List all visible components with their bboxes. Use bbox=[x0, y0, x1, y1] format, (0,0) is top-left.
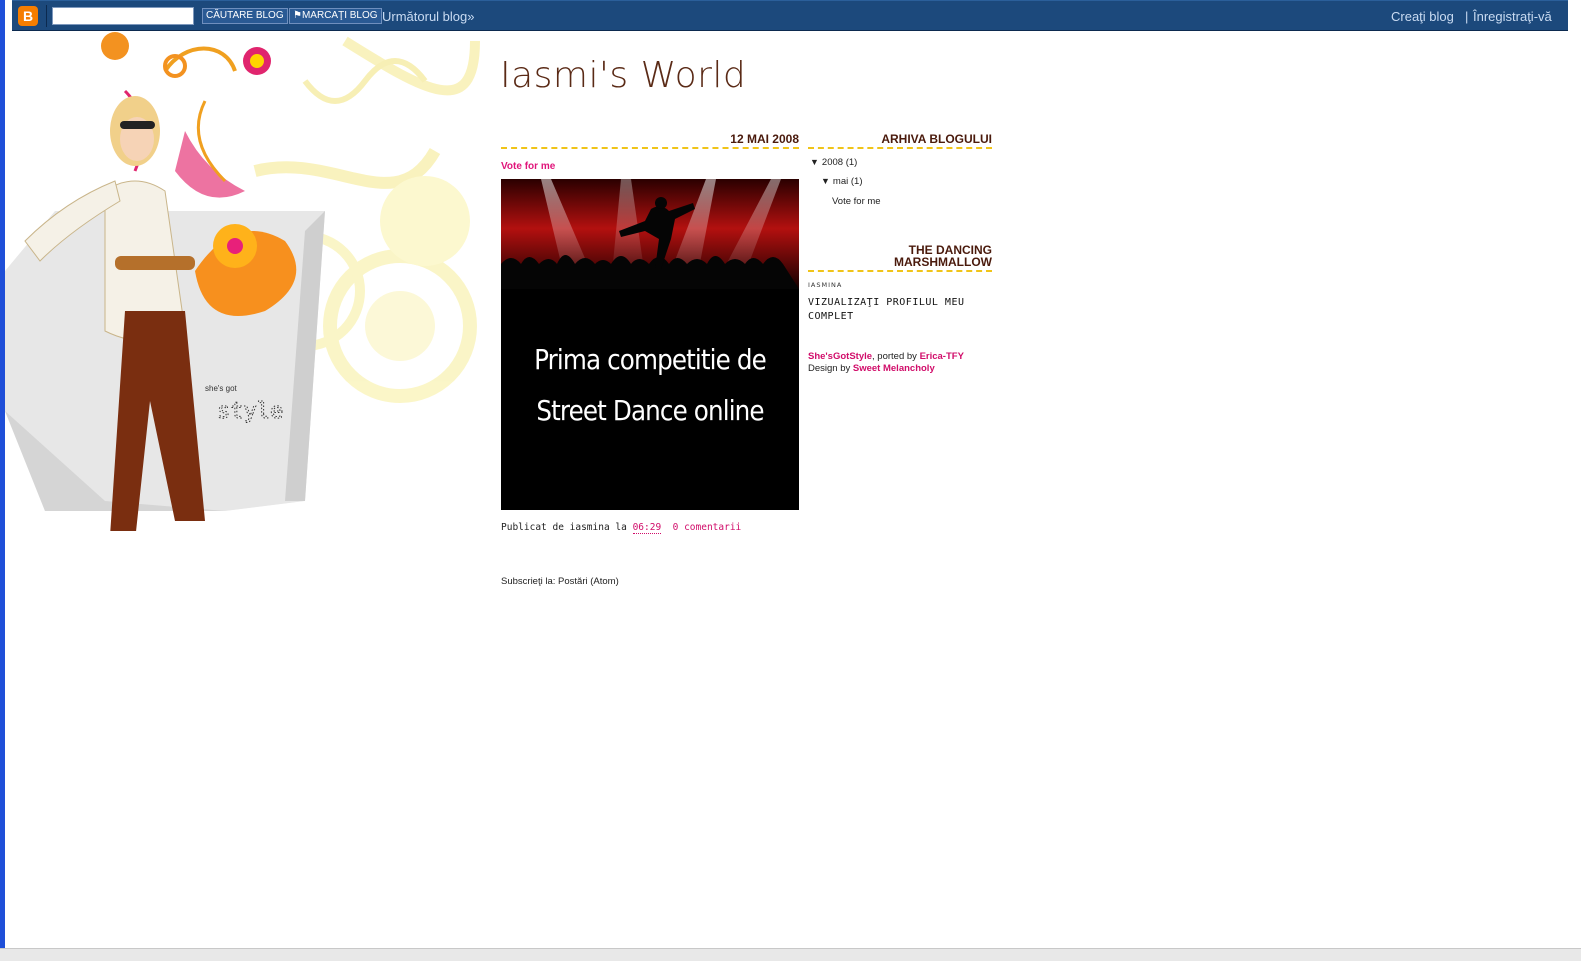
subscribe-feed-link[interactable]: Subscrieţi la: Postări (Atom) bbox=[501, 576, 619, 587]
view-profile-link[interactable]: VIZUALIZAŢI PROFILUL MEU COMPLET bbox=[808, 296, 988, 324]
toggle-arrow-icon[interactable]: ▼ bbox=[821, 176, 830, 186]
post-date-header: 12 MAI 2008 bbox=[501, 133, 799, 149]
archive-month-item[interactable]: ▼ mai (1) bbox=[821, 176, 862, 187]
tagline-small: she's got bbox=[205, 384, 238, 393]
navbar-divider bbox=[46, 5, 47, 27]
sign-in-link[interactable]: Înregistraţi-vă bbox=[1473, 9, 1552, 24]
template-credits: She'sGotStyle, ported by Erica-TFY Desig… bbox=[808, 351, 998, 375]
archive-year-item[interactable]: ▼ 2008 (1) bbox=[810, 157, 857, 168]
header-illustration: she's got style bbox=[5, 32, 480, 531]
mark-blog-button[interactable]: ⚑MARCAŢI BLOG bbox=[289, 8, 382, 24]
post-image[interactable]: Prima competitie de Street Dance online bbox=[501, 179, 799, 510]
post-author-prefix: Publicat de iasmina la bbox=[501, 522, 627, 533]
toggle-arrow-icon[interactable]: ▼ bbox=[810, 157, 819, 167]
tagline-big: style bbox=[217, 399, 283, 424]
porter-link[interactable]: Erica-TFY bbox=[920, 351, 964, 362]
archive-month-link[interactable]: mai (1) bbox=[833, 176, 863, 187]
post-comments-link[interactable]: 0 comentarii bbox=[673, 522, 742, 533]
profile-name[interactable]: IASMINA bbox=[808, 281, 842, 289]
mark-blog-label: MARCAŢI BLOG bbox=[301, 10, 378, 21]
post-footer: Publicat de iasmina la 06:29 0 comentari… bbox=[501, 522, 742, 534]
archive-post-link[interactable]: Vote for me bbox=[832, 196, 881, 207]
navbar-separator: | bbox=[1465, 9, 1469, 24]
flag-icon: ⚑ bbox=[293, 10, 302, 21]
archive-header: ARHIVA BLOGULUI bbox=[808, 133, 992, 149]
blog-search-input[interactable] bbox=[52, 7, 194, 25]
next-blog-link[interactable]: Următorul blog» bbox=[382, 9, 475, 24]
window-bottom-border bbox=[0, 948, 1581, 961]
create-blog-link[interactable]: Creaţi blog bbox=[1391, 9, 1454, 24]
blog-title[interactable]: Iasmi's World bbox=[500, 55, 746, 96]
credit-ported-text: , ported by bbox=[872, 351, 920, 362]
designer-link[interactable]: Sweet Melancholy bbox=[853, 363, 935, 374]
post-time-link[interactable]: 06:29 bbox=[632, 522, 662, 534]
archive-year-link[interactable]: 2008 (1) bbox=[822, 157, 857, 168]
blogger-navbar: B CĂUTARE BLOG ⚑MARCAŢI BLOG Următorul b… bbox=[12, 0, 1568, 31]
credit-design-text: Design by bbox=[808, 363, 853, 374]
blogger-logo-icon[interactable]: B bbox=[18, 6, 38, 26]
image-text-line2: Street Dance online bbox=[536, 394, 764, 427]
template-link[interactable]: She'sGotStyle bbox=[808, 351, 872, 362]
post-title-link[interactable]: Vote for me bbox=[501, 161, 555, 172]
search-blog-button[interactable]: CĂUTARE BLOG bbox=[202, 8, 288, 24]
image-text-line1: Prima competitie de bbox=[534, 343, 767, 376]
profile-header: THE DANCING MARSHMALLOW bbox=[808, 244, 992, 272]
